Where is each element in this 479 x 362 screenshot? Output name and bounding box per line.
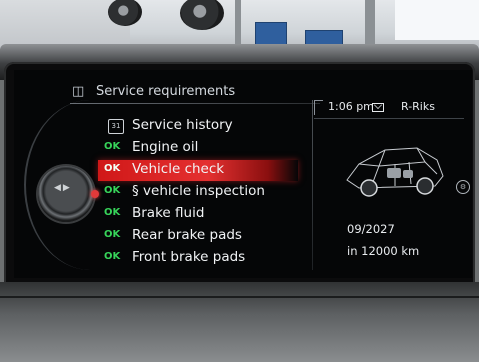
menu-item-label: Brake fluid [132,205,205,221]
ok-status: OK [104,163,121,174]
ok-status: OK [104,207,121,218]
garage-window [395,0,479,40]
status-bar: 1:06 pm R-Riks [314,98,464,119]
controller-knob[interactable] [38,166,94,222]
mail-icon [372,103,384,112]
ok-status: OK [104,141,121,152]
page-title: Service requirements [96,84,236,99]
clock: 1:06 pm [328,100,374,113]
ok-status: OK [104,229,121,240]
garage-pillar [235,0,241,48]
service-history-icon: 31 [108,119,124,134]
radio-station: R-Riks [401,100,435,113]
menu-item-brake-fluid[interactable]: OK Brake fluid [104,204,294,225]
menu-item-label: Front brake pads [132,249,246,265]
due-date: 09/2027 [347,222,395,236]
car-wireframe-icon [346,147,444,197]
settings-icon[interactable]: ⚙ [456,180,470,194]
menu-item-front-brake-pads[interactable]: OK Front brake pads [104,248,294,269]
menu-item-service-history[interactable]: 31 Service history [104,116,294,137]
menu-item-label: Rear brake pads [132,227,242,243]
due-distance: in 12000 km [347,244,420,258]
menu-item-engine-oil[interactable]: OK Engine oil [104,138,294,159]
menu-item-label: Engine oil [132,139,199,155]
menu-item-label: Service history [132,117,233,133]
left-right-arrows-icon: ◀▶ [54,183,72,193]
header-divider [70,103,320,104]
dashboard-bottom [0,282,479,362]
car-service-icon: ◫ [72,84,85,99]
selection-indicator-icon [91,190,99,198]
menu-item-vehicle-check[interactable]: OK Vehicle check [98,160,298,181]
ok-status: OK [104,185,121,196]
garage-pillar [365,0,375,50]
dashboard-groove [0,296,479,298]
menu-item-label: Vehicle check [132,161,225,177]
panel-divider [312,100,313,270]
idrive-screen: ◫ Service requirements 31 Service histor… [14,70,472,278]
menu-item-vehicle-inspection[interactable]: OK § vehicle inspection [104,182,294,203]
ok-status: OK [104,251,121,262]
menu-item-label: § vehicle inspection [132,183,265,199]
bracket-decoration [314,100,323,115]
menu-item-rear-brake-pads[interactable]: OK Rear brake pads [104,226,294,247]
